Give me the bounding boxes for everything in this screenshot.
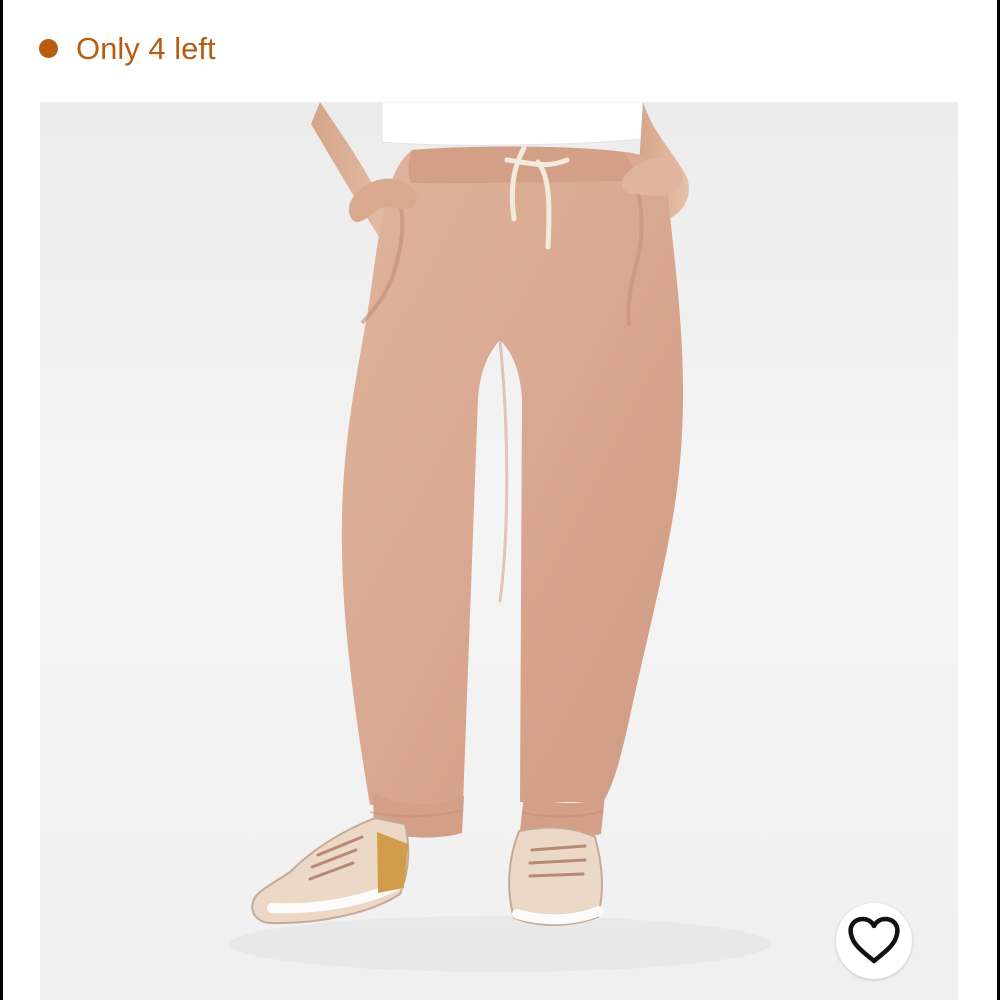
stock-status-text: Only 4 left — [76, 30, 216, 66]
product-image[interactable] — [40, 102, 958, 1000]
product-screen: Only 4 left — [0, 0, 1000, 1000]
product-card: Only 4 left — [3, 0, 997, 1000]
favorite-button[interactable] — [836, 903, 912, 979]
heart-icon — [848, 916, 900, 964]
stock-status: Only 4 left — [39, 28, 216, 68]
stock-status-dot — [39, 38, 58, 58]
jogger-pants-image — [230, 102, 770, 972]
